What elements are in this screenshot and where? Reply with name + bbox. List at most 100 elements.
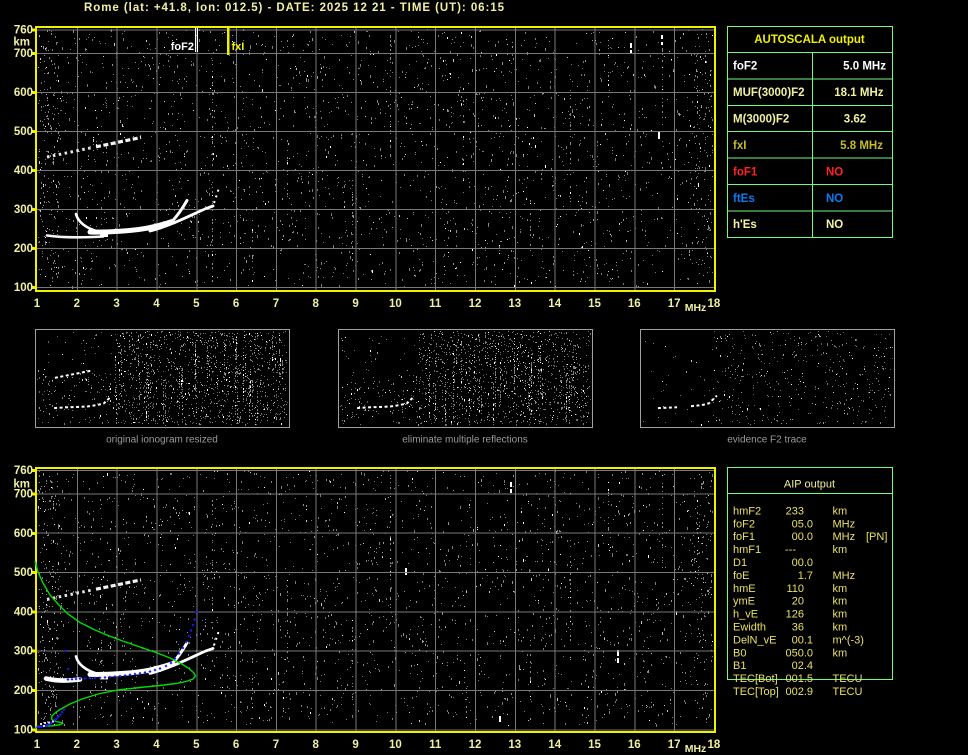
svg-text:7: 7 — [273, 298, 279, 310]
svg-text:3: 3 — [113, 298, 119, 310]
svg-text:8: 8 — [312, 298, 319, 310]
svg-text:5.0 MHz: 5.0 MHz — [843, 61, 886, 73]
svg-text:600: 600 — [14, 87, 33, 99]
svg-text:16: 16 — [628, 739, 641, 751]
svg-text:foF1: foF1 — [733, 166, 758, 178]
svg-text:Ewidth: Ewidth — [733, 622, 766, 634]
svg-text:18.1 MHz: 18.1 MHz — [834, 87, 883, 99]
svg-text:00.0: 00.0 — [792, 557, 813, 569]
svg-text:18: 18 — [708, 298, 721, 310]
svg-text:05.0: 05.0 — [792, 518, 813, 530]
svg-text:8: 8 — [312, 739, 319, 751]
svg-text:original ionogram resized: original ionogram resized — [106, 435, 218, 446]
svg-text:km: km — [833, 609, 848, 621]
svg-text:2: 2 — [74, 298, 80, 310]
svg-text:TEC[Top]: TEC[Top] — [733, 686, 779, 698]
svg-text:fxI: fxI — [232, 41, 245, 53]
svg-text:MHz: MHz — [833, 531, 856, 543]
svg-text:001.5: 001.5 — [785, 673, 813, 685]
svg-text:15: 15 — [588, 298, 601, 310]
svg-text:AUTOSCALA output: AUTOSCALA output — [754, 34, 865, 46]
svg-text:MHz: MHz — [833, 570, 856, 582]
svg-text:760: 760 — [14, 25, 33, 37]
svg-text:---: --- — [785, 544, 796, 556]
svg-text:1: 1 — [34, 739, 41, 751]
svg-text:MHz: MHz — [685, 743, 707, 755]
svg-text:Rome (lat: +41.8, lon: 012.5): Rome (lat: +41.8, lon: 012.5) - DATE: 20… — [84, 2, 505, 14]
svg-text:DelN_vE: DelN_vE — [733, 634, 776, 646]
svg-text:500: 500 — [14, 126, 33, 138]
svg-text:233: 233 — [786, 505, 804, 517]
svg-text:13: 13 — [508, 298, 521, 310]
svg-text:4: 4 — [153, 739, 160, 751]
svg-text:10: 10 — [389, 739, 402, 751]
svg-text:foF2: foF2 — [733, 61, 757, 73]
svg-text:AIP output: AIP output — [784, 479, 835, 491]
svg-text:ftEs: ftEs — [733, 193, 755, 205]
svg-text:300: 300 — [14, 204, 33, 216]
svg-text:foF1: foF1 — [733, 531, 755, 543]
svg-text:TECU: TECU — [833, 673, 863, 685]
svg-text:h'Es: h'Es — [733, 219, 757, 231]
svg-text:3: 3 — [113, 739, 119, 751]
svg-text:00.0: 00.0 — [792, 531, 813, 543]
svg-text:700: 700 — [14, 48, 33, 60]
svg-text:km: km — [13, 479, 30, 491]
svg-text:760: 760 — [14, 465, 33, 477]
svg-text:TECU: TECU — [833, 686, 863, 698]
svg-text:20: 20 — [792, 596, 804, 608]
svg-text:15: 15 — [588, 739, 601, 751]
svg-text:17: 17 — [668, 298, 681, 310]
svg-text:foE: foE — [733, 570, 750, 582]
svg-text:hmF2: hmF2 — [733, 505, 761, 517]
svg-text:eliminate multiple reflections: eliminate multiple reflections — [402, 435, 528, 446]
svg-text:1.7: 1.7 — [798, 570, 813, 582]
svg-text:17: 17 — [668, 739, 681, 751]
svg-text:NO: NO — [826, 166, 843, 178]
svg-text:600: 600 — [14, 528, 33, 540]
svg-text:km: km — [833, 544, 848, 556]
svg-text:9: 9 — [352, 739, 358, 751]
svg-text:200: 200 — [14, 243, 33, 255]
svg-text:D1: D1 — [733, 557, 747, 569]
svg-text:6: 6 — [233, 298, 239, 310]
svg-text:M(3000)F2: M(3000)F2 — [733, 114, 789, 126]
svg-text:MHz: MHz — [833, 518, 856, 530]
svg-text:2: 2 — [74, 739, 80, 751]
svg-text:7: 7 — [273, 739, 279, 751]
svg-text:5: 5 — [193, 298, 200, 310]
svg-text:14: 14 — [548, 298, 561, 310]
svg-text:110: 110 — [786, 583, 804, 595]
svg-text:km: km — [833, 505, 848, 517]
svg-text:[PN]: [PN] — [866, 531, 887, 543]
svg-text:6: 6 — [233, 739, 239, 751]
svg-text:km: km — [13, 37, 30, 49]
svg-text:02.4: 02.4 — [792, 660, 813, 672]
svg-text:13: 13 — [508, 739, 521, 751]
svg-text:foF2: foF2 — [733, 518, 755, 530]
svg-text:NO: NO — [826, 219, 843, 231]
svg-text:9: 9 — [352, 298, 358, 310]
svg-text:km: km — [833, 596, 848, 608]
svg-text:km: km — [833, 583, 848, 595]
svg-text:18: 18 — [708, 739, 721, 751]
svg-text:36: 36 — [792, 622, 804, 634]
svg-text:km: km — [833, 647, 848, 659]
svg-text:fxI: fxI — [733, 140, 746, 152]
svg-text:300: 300 — [14, 646, 33, 658]
svg-text:100: 100 — [14, 282, 33, 294]
svg-text:002.9: 002.9 — [785, 686, 813, 698]
svg-text:NO: NO — [826, 193, 843, 205]
svg-text:km: km — [833, 622, 848, 634]
svg-text:10: 10 — [389, 298, 402, 310]
svg-text:hmF1: hmF1 — [733, 544, 761, 556]
svg-text:200: 200 — [14, 685, 33, 697]
svg-text:500: 500 — [14, 567, 33, 579]
svg-text:B1: B1 — [733, 660, 746, 672]
svg-text:100: 100 — [14, 724, 33, 736]
svg-text:MHz: MHz — [685, 302, 707, 314]
svg-text:1: 1 — [34, 298, 41, 310]
svg-text:ymE: ymE — [733, 596, 755, 608]
svg-text:12: 12 — [469, 739, 482, 751]
svg-text:050.0: 050.0 — [785, 647, 813, 659]
